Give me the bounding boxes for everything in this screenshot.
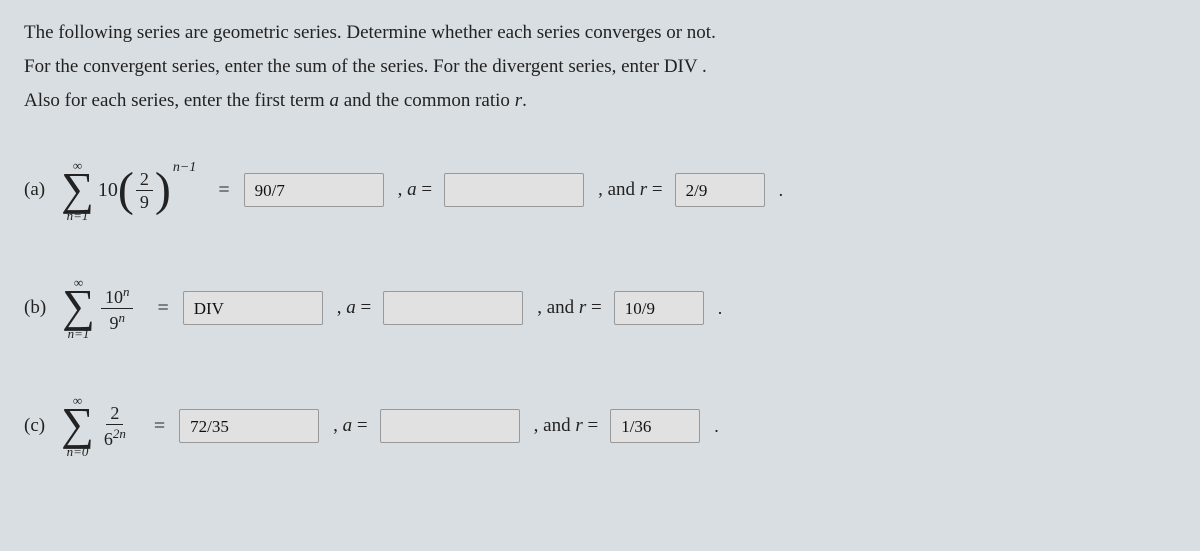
problem-row-a: (a) ∞ ∑ n=1 10 ( 2 9 ) n−1 = 90/7 , a = …: [24, 159, 1176, 223]
a-label: , a =: [398, 179, 432, 201]
sigma-symbol: ∞ ∑ n=1: [61, 159, 94, 223]
sigma-expression: ∞ ∑ n=1 10 ( 2 9 ) n−1: [57, 159, 196, 223]
problem-label: (b): [24, 297, 46, 319]
sum-input[interactable]: DIV: [183, 291, 323, 325]
r-input[interactable]: 1/36: [610, 409, 700, 443]
problem-row-b: (b) ∞ ∑ n=1 10n 9n = DIV , a = , and r =…: [24, 276, 1176, 340]
a-label: , a =: [333, 415, 367, 437]
sigma-expression: ∞ ∑ n=1 10n 9n: [58, 276, 135, 340]
series-term: 10 ( 2 9 ) n−1: [98, 166, 196, 214]
sigma-symbol: ∞ ∑ n=1: [62, 276, 95, 340]
a-input[interactable]: [380, 409, 520, 443]
r-input[interactable]: 10/9: [614, 291, 704, 325]
instruction-line-1: The following series are geometric serie…: [24, 16, 1176, 50]
a-input[interactable]: [383, 291, 523, 325]
problem-row-c: (c) ∞ ∑ n=0 2 62n = 72/35 , a = , and r …: [24, 394, 1176, 458]
problem-label: (a): [24, 179, 45, 201]
sigma-symbol: ∞ ∑ n=0: [61, 394, 94, 458]
instruction-line-2: For the convergent series, enter the sum…: [24, 50, 1176, 84]
sum-input[interactable]: 90/7: [244, 173, 384, 207]
a-label: , a =: [337, 297, 371, 319]
series-term: 2 62n: [98, 404, 132, 448]
r-input[interactable]: 2/9: [675, 173, 765, 207]
r-label: , and r =: [534, 415, 599, 437]
a-input[interactable]: [444, 173, 584, 207]
sum-input[interactable]: 72/35: [179, 409, 319, 443]
instructions-block: The following series are geometric serie…: [24, 16, 1176, 119]
instruction-line-3: Also for each series, enter the first te…: [24, 84, 1176, 118]
r-label: , and r =: [598, 179, 663, 201]
problem-label: (c): [24, 415, 45, 437]
sigma-expression: ∞ ∑ n=0 2 62n: [57, 394, 132, 458]
series-term: 10n 9n: [99, 285, 136, 332]
r-label: , and r =: [537, 297, 602, 319]
